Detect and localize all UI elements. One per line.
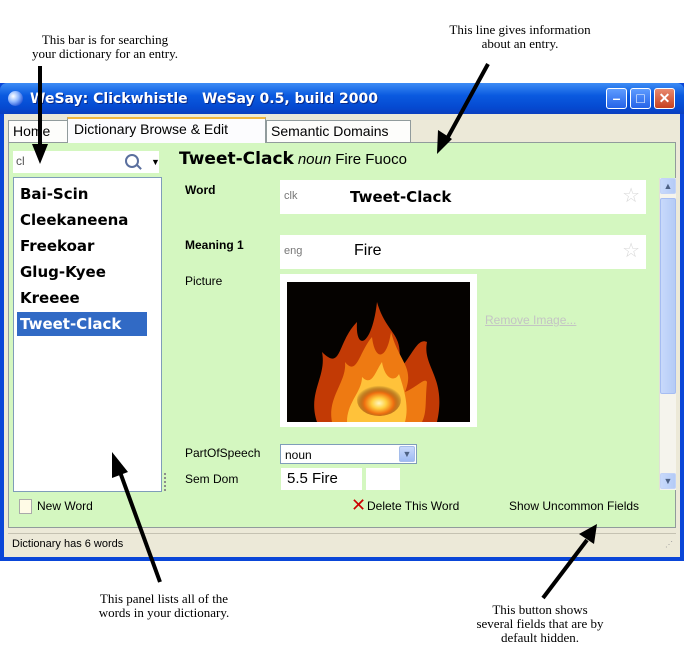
resize-grip-icon[interactable]: ⋰ [665,540,674,549]
client-area: Home Dictionary Browse & Edit Semantic D… [4,114,680,557]
annotation-info: This line gives information about an ent… [449,22,591,51]
word-field[interactable]: clk Tweet-Clack ☆ [280,180,646,214]
writing-system-label: clk [284,190,298,202]
minimize-button[interactable]: – [606,88,627,109]
maximize-icon: □ [636,90,645,106]
meaning-value: Fire [354,242,382,259]
word-label: Word [185,183,216,197]
fire-image [287,282,470,422]
close-button[interactable]: ✕ [654,88,675,109]
entry-pos: noun [297,151,332,168]
status-text: Dictionary has 6 words [12,538,124,550]
semdom-value: 5.5 Fire [287,470,338,487]
word-value: Tweet-Clack [350,188,452,206]
window-version: WeSay 0.5, build 2000 [202,91,378,107]
splitter-handle[interactable] [164,473,168,491]
pos-label: PartOfSpeech [185,446,261,460]
vertical-scrollbar[interactable]: ▲ ▼ [659,178,676,490]
semdom-label: Sem Dom [185,472,239,486]
globe-icon [8,91,23,106]
new-word-icon[interactable] [19,499,32,514]
delete-word-button[interactable]: Delete This Word [367,499,459,513]
list-item[interactable]: Freekoar [17,234,94,258]
chevron-down-icon[interactable]: ▼ [399,446,415,462]
writing-system-label: eng [284,245,303,257]
entry-header: Tweet-Clack noun Fire Fuoco [179,149,407,169]
delete-x-icon[interactable]: ✕ [351,496,366,514]
scroll-up-button[interactable]: ▲ [660,178,676,194]
list-item[interactable]: Bai-Scin [17,182,88,206]
list-item[interactable]: Glug-Kyee [17,260,106,284]
semdom-add-field[interactable] [366,468,400,490]
chevron-down-icon[interactable]: ▼ [151,157,160,167]
maximize-button[interactable]: □ [630,88,651,109]
picture-label: Picture [185,274,223,288]
app-window: WeSay: Clickwhistle WeSay 0.5, build 200… [0,83,684,561]
search-input[interactable] [13,151,113,171]
picture-frame[interactable] [280,274,477,427]
entry-glosses: Fire Fuoco [335,151,407,168]
annotation-search: This bar is for searching your dictionar… [31,32,179,61]
search-icon[interactable] [125,154,139,168]
scroll-down-button[interactable]: ▼ [660,473,676,489]
star-icon[interactable]: ☆ [622,186,640,206]
meaning-field[interactable]: eng Fire ☆ [280,235,646,269]
tab-semantic-domains[interactable]: Semantic Domains [266,120,411,142]
status-bar: Dictionary has 6 words ⋰ [8,533,676,553]
word-list[interactable]: Bai-Scin Cleekaneena Freekoar Glug-Kyee … [13,177,162,492]
entry-headword: Tweet-Clack [179,149,294,169]
fire-graphic [314,302,440,422]
scroll-thumb[interactable] [660,198,676,394]
new-word-button[interactable]: New Word [37,499,93,513]
annotation-button: This button shows several fields that ar… [476,602,604,645]
star-icon[interactable]: ☆ [622,241,640,261]
dictionary-page: ▼ Bai-Scin Cleekaneena Freekoar Glug-Kye… [8,142,676,528]
meaning-label: Meaning 1 [185,238,244,252]
list-item[interactable]: Kreeee [17,286,80,310]
tab-home[interactable]: Home [8,120,68,142]
minimize-icon: – [612,90,621,106]
annotation-panel: This panel lists all of the words in you… [98,591,230,620]
window-title: WeSay: Clickwhistle [30,91,188,107]
remove-image-link[interactable]: Remove Image... [485,313,576,327]
title-bar[interactable]: WeSay: Clickwhistle WeSay 0.5, build 200… [0,83,684,114]
list-item[interactable]: Cleekaneena [17,208,128,232]
pos-select-value: noun [285,448,312,462]
search-box: ▼ [13,151,160,173]
tab-dictionary-browse-edit[interactable]: Dictionary Browse & Edit [67,117,266,143]
show-uncommon-fields-button[interactable]: Show Uncommon Fields [509,499,639,513]
pos-select[interactable]: noun ▼ [280,444,417,464]
close-icon: ✕ [658,90,671,106]
semdom-field[interactable]: 5.5 Fire [281,468,362,490]
list-item-selected[interactable]: Tweet-Clack [17,312,147,336]
